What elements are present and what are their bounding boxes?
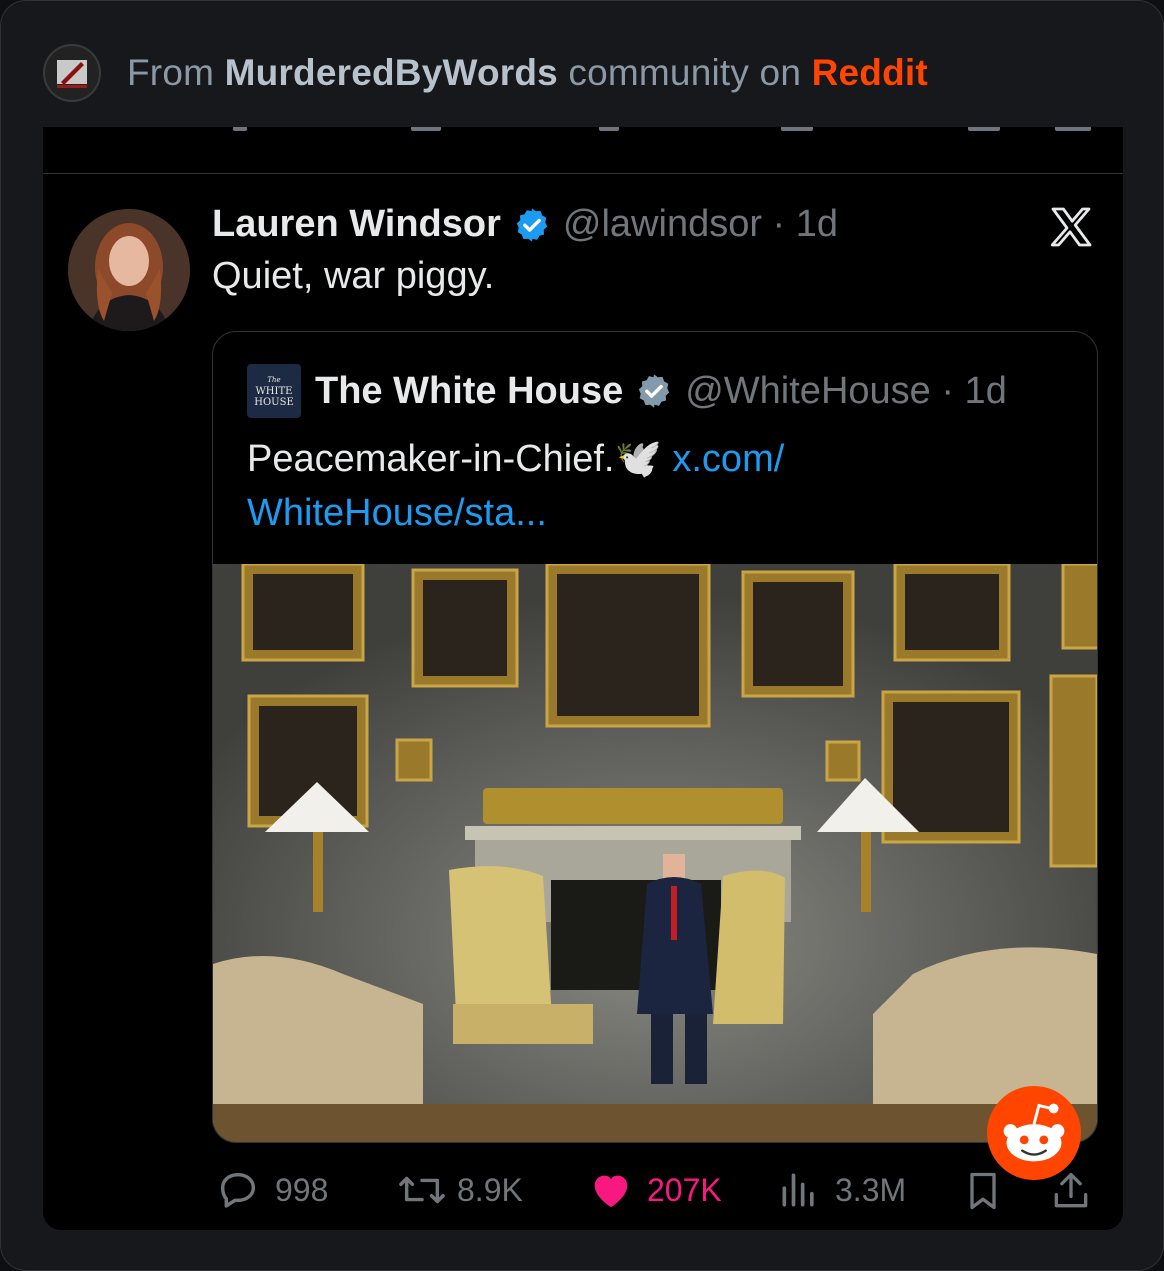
quoted-tweet-text: Peacemaker-in-Chief.🕊️ x.com/ WhiteHouse… bbox=[247, 432, 1027, 540]
views-chart-icon bbox=[782, 1173, 814, 1207]
repost-count: 8.9K bbox=[457, 1171, 523, 1208]
views-count: 3.3M bbox=[835, 1171, 907, 1208]
quoted-tweet[interactable]: The WHITE HOUSE The White House @WhiteHo… bbox=[212, 331, 1098, 1143]
quoted-link-part-1[interactable]: x.com/ bbox=[672, 438, 784, 480]
tweet-card: Lauren Windsor @lawindsor · 1d Quiet, wa… bbox=[43, 127, 1123, 1230]
header-middle: community on bbox=[568, 52, 802, 93]
tweet-text: Quiet, war piggy. bbox=[212, 255, 495, 297]
x-logo-icon[interactable] bbox=[1047, 203, 1095, 251]
logo-line-3: HOUSE bbox=[254, 396, 294, 408]
community-link[interactable]: MurderedByWords bbox=[225, 52, 558, 93]
reply-icon bbox=[220, 1172, 256, 1208]
header-text: From MurderedByWords community on Reddit bbox=[127, 52, 928, 94]
previous-tweet-actions-strip bbox=[43, 127, 1123, 174]
white-house-logo-icon[interactable]: The WHITE HOUSE bbox=[247, 364, 301, 418]
heart-icon bbox=[594, 1175, 628, 1208]
reddit-link[interactable]: Reddit bbox=[812, 52, 928, 93]
quoted-tweet-photo[interactable] bbox=[213, 564, 1097, 1142]
avatar-image bbox=[68, 209, 190, 331]
verified-badge-icon bbox=[516, 207, 548, 242]
like-count: 207K bbox=[647, 1171, 722, 1208]
author-handle[interactable]: @lawindsor · 1d bbox=[563, 203, 838, 246]
gray-verified-badge-icon bbox=[639, 374, 670, 408]
logo-line-2: WHITE bbox=[255, 385, 293, 397]
quill-icon bbox=[57, 60, 87, 88]
subreddit-icon[interactable] bbox=[43, 44, 101, 102]
views-action[interactable]: 3.3M bbox=[777, 1167, 906, 1213]
quoted-author-row: The WHITE HOUSE The White House @WhiteHo… bbox=[247, 364, 1007, 418]
logo-line-1: The bbox=[267, 375, 281, 384]
header-prefix: From bbox=[127, 52, 215, 93]
embed-frame: From MurderedByWords community on Reddit bbox=[0, 0, 1164, 1271]
quoted-link-part-2[interactable]: WhiteHouse/sta... bbox=[247, 492, 547, 534]
author-avatar[interactable] bbox=[68, 209, 190, 331]
like-action[interactable]: 207K bbox=[587, 1167, 722, 1213]
repost-icon bbox=[399, 1176, 445, 1204]
quoted-text-body: Peacemaker-in-Chief. bbox=[247, 438, 615, 480]
quoted-author-name[interactable]: The White House bbox=[315, 370, 623, 413]
tweet-author-row: Lauren Windsor @lawindsor · 1d bbox=[212, 203, 838, 246]
embed-header: From MurderedByWords community on Reddit bbox=[43, 41, 928, 105]
reply-count: 998 bbox=[275, 1171, 329, 1208]
reply-action[interactable]: 998 bbox=[215, 1167, 328, 1213]
dove-emoji: 🕊️ bbox=[614, 438, 662, 480]
tweet-actions: 998 8.9K 207K 3.3M bbox=[213, 1167, 1093, 1217]
author-name[interactable]: Lauren Windsor bbox=[212, 203, 501, 246]
reddit-snoo-icon[interactable] bbox=[985, 1084, 1083, 1182]
quoted-author-handle[interactable]: @WhiteHouse · 1d bbox=[685, 370, 1007, 413]
repost-action[interactable]: 8.9K bbox=[397, 1167, 523, 1213]
